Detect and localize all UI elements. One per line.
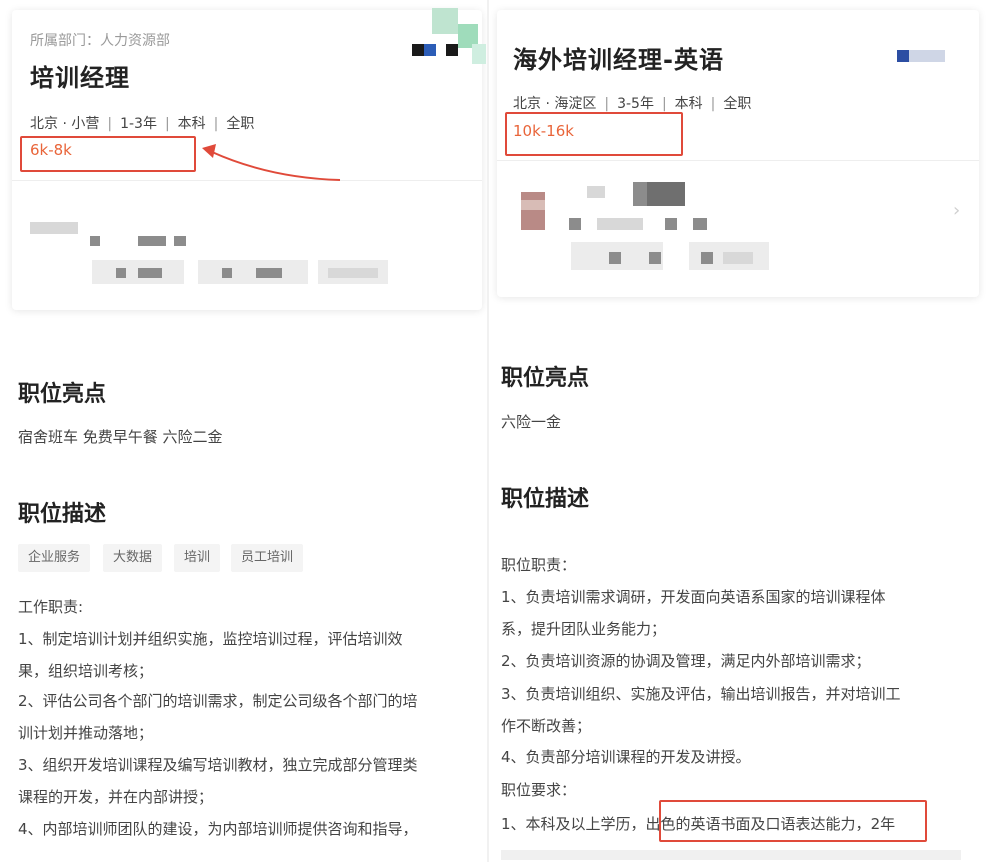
duties-label: 职位职责：: [501, 556, 577, 574]
duty-line: 4、内部培训师团队的建设，为内部培训师提供咨询和指导，: [18, 820, 418, 838]
requirement-highlight-box: [659, 800, 927, 842]
card-divider: [497, 160, 979, 161]
meta-type: 全职: [723, 96, 752, 112]
duty-line: 作不断改善；: [501, 717, 592, 735]
tag-training[interactable]: 培训: [174, 544, 221, 572]
tag-enterprise-service[interactable]: 企业服务: [18, 544, 91, 572]
duty-line: 2、评估公司各个部门的培训需求，制定公司级各个部门的培: [18, 692, 418, 710]
duty-line: 果，组织培训考核；: [18, 662, 154, 680]
job-meta: 北京 · 海淀区 | 3-5年 | 本科 | 全职: [513, 96, 752, 112]
cut-off-line-mask: [501, 848, 971, 862]
meta-experience: 3-5年: [617, 96, 654, 112]
duties-label: 工作职责:: [18, 598, 84, 616]
tag-big-data[interactable]: 大数据: [103, 544, 163, 572]
requirement-line-start: 1、本科及以上学历，: [501, 815, 646, 833]
requirements-label: 职位要求：: [501, 781, 577, 799]
duty-line: 训计划并推动落地；: [18, 724, 154, 742]
right-job-card: 海外培训经理-英语 北京 · 海淀区 | 3-5年 | 本科 | 全职 10k-16k: [497, 10, 979, 297]
description-heading: 职位描述: [18, 502, 107, 527]
highlights-text: 六险一金: [501, 413, 562, 431]
duty-line: 系，提升团队业务能力；: [501, 620, 667, 638]
annotation-arrow: [202, 144, 341, 181]
chevron-right-icon[interactable]: ›: [953, 200, 960, 221]
highlights-text: 宿舍班车 免费早午餐 六险二金: [18, 428, 223, 446]
meta-location: 北京 · 海淀区: [513, 96, 597, 112]
meta-education: 本科: [674, 96, 703, 112]
duty-line: 2、负责培训资源的协调及管理，满足内外部培训需求；: [501, 652, 871, 670]
duty-line: 1、制定培训计划并组织实施，监控培训过程，评估培训效: [18, 630, 403, 648]
duty-line: 3、组织开发培训课程及编写培训教材，独立完成部分管理类: [18, 756, 418, 774]
job-title: 海外培训经理-英语: [513, 46, 724, 74]
highlights-heading: 职位亮点: [501, 366, 590, 391]
salary-highlight-box: [505, 112, 683, 156]
duty-line: 3、负责培训组织、实施及评估，输出培训报告，并对培训工: [501, 685, 901, 703]
duty-line: 4、负责部分培训课程的开发及讲授。: [501, 748, 751, 766]
duty-line: 课程的开发，并在内部讲授；: [18, 788, 214, 806]
highlights-heading: 职位亮点: [18, 382, 107, 407]
tag-employee-training[interactable]: 员工培训: [231, 544, 304, 572]
left-job-panel: 所属部门：人力资源部 培训经理 北京 · 小营 | 1-3年 | 本科 | 全职 6k-8k: [0, 0, 487, 862]
description-heading: 职位描述: [501, 487, 590, 512]
right-job-panel: 海外培训经理-英语 北京 · 海淀区 | 3-5年 | 本科 | 全职 10k-16k: [489, 0, 990, 862]
duty-line: 1、负责培训需求调研，开发面向英语系国家的培训课程体: [501, 588, 886, 606]
